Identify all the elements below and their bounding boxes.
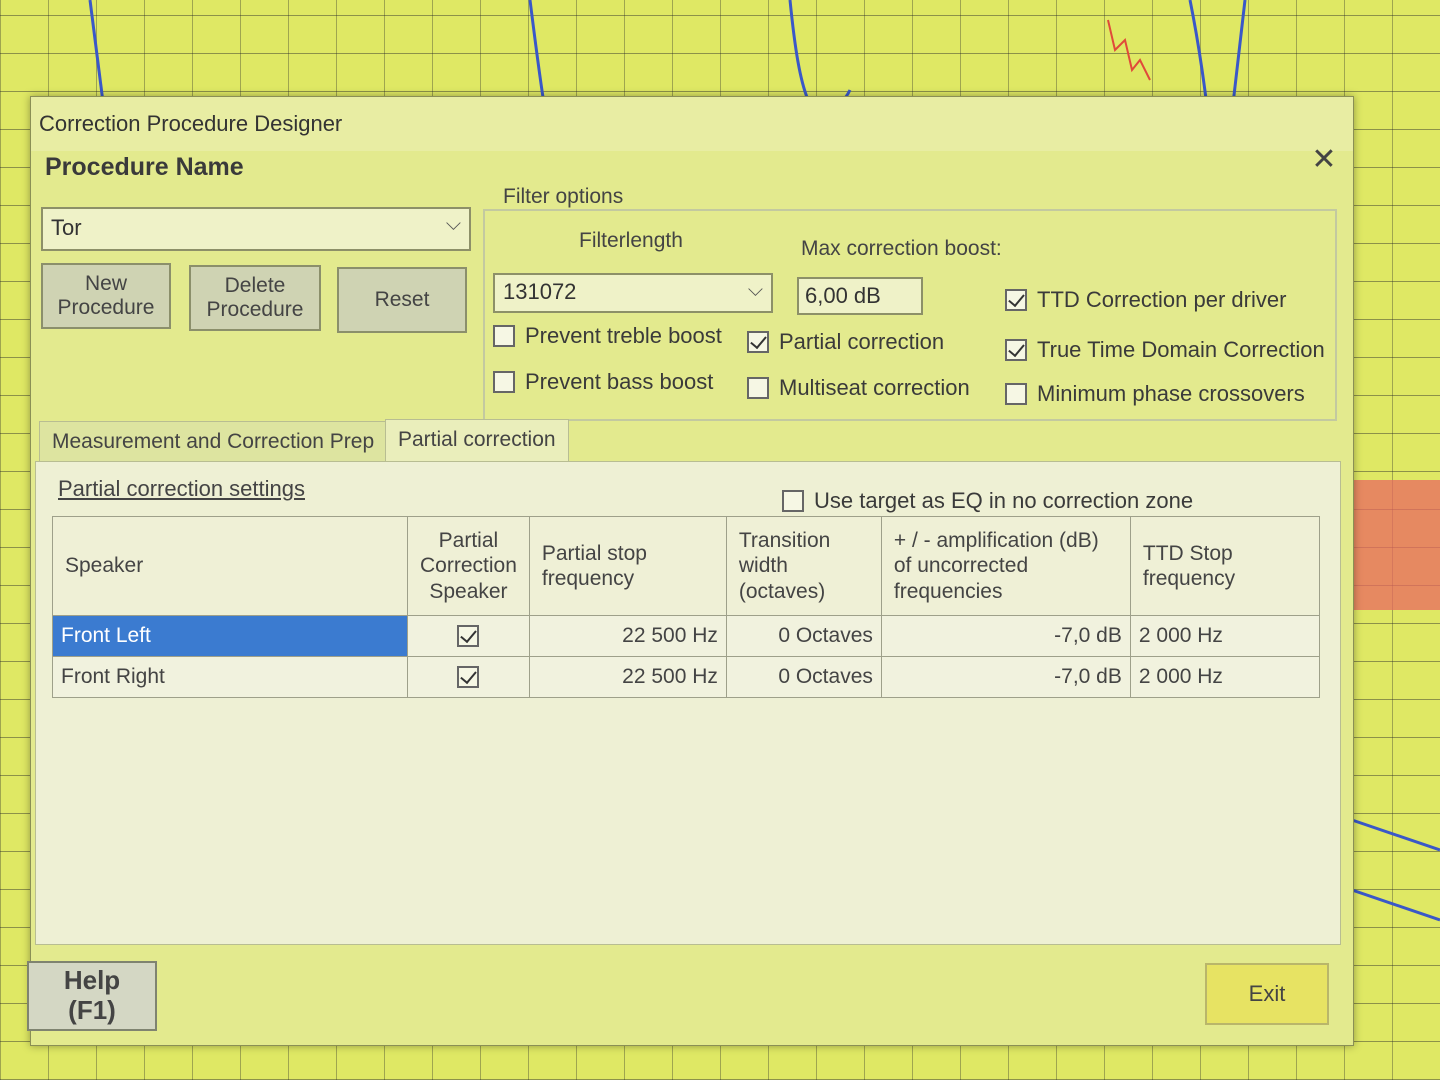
delete-procedure-button[interactable]: Delete Procedure [189,265,321,331]
max-boost-input[interactable]: 6,00 dB [797,277,923,315]
reset-button[interactable]: Reset [337,267,467,333]
partial-correction-settings-link[interactable]: Partial correction settings [58,476,305,502]
blue-curve [1351,888,1440,922]
close-button[interactable]: ✕ [1309,145,1339,175]
column-header-amplification[interactable]: + / - amplification (dB) of uncorrected … [880,516,1131,616]
checkbox-checked-icon [747,331,769,353]
ttd-stop-cell[interactable]: 2 000 Hz [1129,656,1321,698]
column-header-transition-width[interactable]: Transition width (octaves) [725,516,882,616]
ttd-stop-cell[interactable]: 2 000 Hz [1129,615,1321,657]
blue-curve [528,0,547,111]
prevent-treble-checkbox[interactable]: Prevent treble boost [493,323,722,349]
red-trace [1107,19,1151,81]
ttd-per-driver-checkbox[interactable]: TTD Correction per driver [1005,287,1286,313]
checkbox-box [747,377,769,399]
speaker-cell[interactable]: Front Left [52,615,408,657]
new-procedure-button[interactable]: New Procedure [41,263,171,329]
table-row[interactable]: Front Right 22 500 Hz 0 Octaves -7,0 dB … [52,656,1321,698]
close-icon: ✕ [1311,143,1337,176]
partial-correction-panel: Partial correction settings Use target a… [35,461,1341,945]
partial-speaker-cell[interactable] [407,615,530,657]
checkbox-checked-icon [1005,289,1027,311]
max-boost-label: Max correction boost: [801,237,1002,260]
multiseat-label: Multiseat correction [779,375,970,400]
correction-procedure-dialog: Correction Procedure Designer ✕ Procedur… [27,96,1354,1046]
help-button[interactable]: Help (F1) [27,961,157,1031]
column-header-speaker[interactable]: Speaker [52,516,408,616]
blue-curve [788,0,852,113]
checkbox-box [493,371,515,393]
blue-curve [1351,818,1440,852]
transition-width-cell[interactable]: 0 Octaves [725,615,882,657]
checkbox-checked-icon [457,625,480,648]
procedure-select-value: Tor [51,215,82,240]
title-bar: Correction Procedure Designer [31,97,1353,151]
amplification-cell[interactable]: -7,0 dB [880,656,1131,698]
transition-width-cell[interactable]: 0 Octaves [725,656,882,698]
prevent-bass-label: Prevent bass boost [525,369,714,394]
tab-measurement-prep[interactable]: Measurement and Correction Prep [39,421,388,461]
partial-correction-checkbox[interactable]: Partial correction [747,329,944,355]
filter-options-legend: Filter options [499,185,628,209]
checkbox-box [1005,383,1027,405]
true-time-domain-label: True Time Domain Correction [1037,337,1325,362]
true-time-domain-checkbox[interactable]: True Time Domain Correction [1005,337,1325,363]
procedure-select[interactable]: Tor ⌵ [41,207,471,251]
window-title: Correction Procedure Designer [39,111,343,136]
procedure-name-label: Procedure Name [45,153,244,181]
checkbox-checked-icon [1005,339,1027,361]
prevent-bass-checkbox[interactable]: Prevent bass boost [493,369,713,395]
partial-correction-label: Partial correction [779,329,945,354]
exit-button[interactable]: Exit [1205,963,1329,1025]
table-row[interactable]: Front Left 22 500 Hz 0 Octaves -7,0 dB 2… [52,615,1321,657]
multiseat-checkbox[interactable]: Multiseat correction [747,375,970,401]
filterlength-value: 131072 [503,279,577,304]
column-header-stop-frequency[interactable]: Partial stop frequency [528,516,727,616]
stop-frequency-cell[interactable]: 22 500 Hz [528,615,727,657]
min-phase-checkbox[interactable]: Minimum phase crossovers [1005,381,1305,407]
red-noise [1352,480,1440,610]
blue-curve [88,0,106,111]
min-phase-label: Minimum phase crossovers [1037,381,1305,406]
grid-header-row: Speaker Partial Correction Speaker Parti… [52,516,1321,616]
speaker-cell[interactable]: Front Right [52,656,408,698]
speaker-grid: Speaker Partial Correction Speaker Parti… [52,516,1321,698]
column-header-partial-speaker[interactable]: Partial Correction Speaker [407,516,530,616]
use-target-label: Use target as EQ in no correction zone [814,488,1194,513]
checkbox-checked-icon [457,666,480,689]
filterlength-label: Filterlength [579,229,683,252]
ttd-per-driver-label: TTD Correction per driver [1037,287,1287,312]
partial-speaker-cell[interactable] [407,656,530,698]
column-header-ttd-stop[interactable]: TTD Stop frequency [1129,516,1321,616]
stop-frequency-cell[interactable]: 22 500 Hz [528,656,727,698]
chevron-down-icon: ⌵ [445,213,461,235]
use-target-checkbox[interactable]: Use target as EQ in no correction zone [782,488,1193,514]
filterlength-select[interactable]: 131072 ⌵ [493,273,773,313]
checkbox-box [782,490,804,512]
max-boost-value: 6,00 dB [805,283,881,308]
chevron-down-icon: ⌵ [747,279,763,301]
amplification-cell[interactable]: -7,0 dB [880,615,1131,657]
tab-partial-correction[interactable]: Partial correction [385,419,569,463]
prevent-treble-label: Prevent treble boost [525,323,722,348]
checkbox-box [493,325,515,347]
